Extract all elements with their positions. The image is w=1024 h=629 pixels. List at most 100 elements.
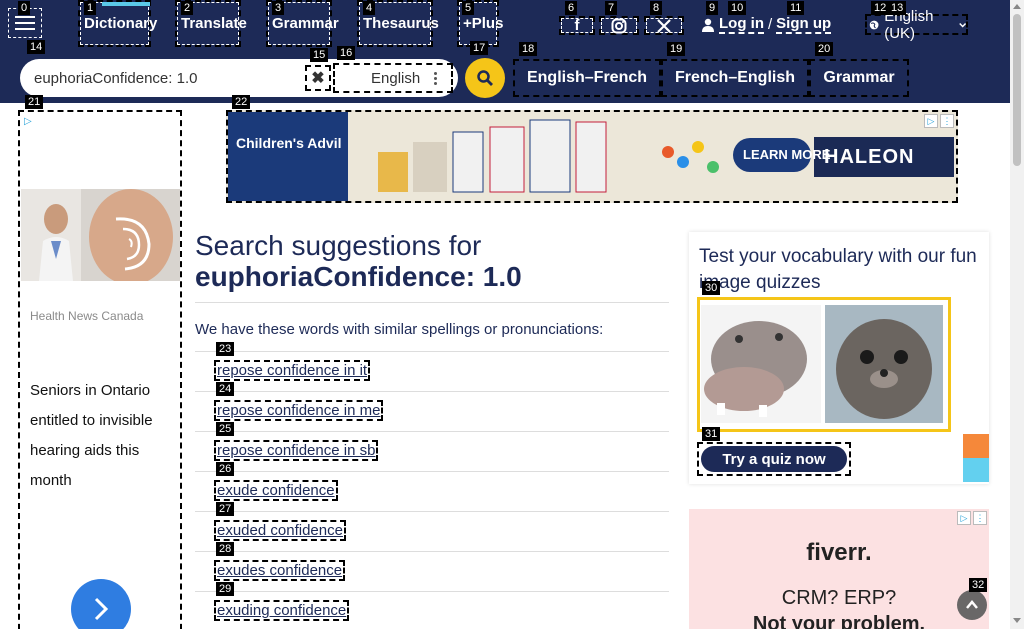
ad-controls: ▷ ⋮ — [924, 114, 954, 128]
user-icon — [702, 18, 714, 32]
quiz-promo: Test your vocabulary with our fun image … — [689, 232, 989, 484]
quick-link-grammar[interactable]: Grammar — [809, 59, 909, 97]
search-button[interactable] — [465, 58, 505, 98]
instagram-link[interactable] — [599, 16, 639, 35]
instagram-icon — [611, 18, 627, 33]
badge: 21 — [25, 95, 44, 109]
fiverr-logo: fiverr. — [806, 539, 872, 566]
list-item: repose confidence in sb 25 — [195, 422, 669, 471]
language-selector[interactable]: English (UK) — [865, 8, 968, 42]
chevron-right-icon — [94, 597, 109, 621]
scrollbar[interactable] — [1010, 0, 1024, 629]
facebook-link[interactable]: f — [559, 16, 595, 35]
divider — [195, 302, 669, 303]
ad-controls: ▷ ⋮ — [957, 511, 987, 525]
badge: 9 — [706, 1, 719, 15]
ad-headline: Seniors in Ontario entitled to invisible… — [30, 382, 153, 489]
adchoices-icon[interactable]: ▷ — [24, 116, 32, 127]
menu-icon — [15, 16, 35, 18]
login-link[interactable]: Log in — [719, 15, 764, 34]
scrollbar-thumb[interactable] — [1013, 14, 1021, 166]
quick-link-english-french[interactable]: English–French — [513, 59, 661, 97]
nav-label: Translate — [181, 15, 247, 32]
x-link[interactable] — [644, 16, 684, 35]
suggestion-link[interactable]: exuding confidence — [214, 600, 350, 621]
nav-label: +Plus — [463, 15, 504, 32]
quick-link-french-english[interactable]: French–English — [661, 59, 809, 97]
adchoices-icon[interactable]: ▷ — [957, 511, 971, 525]
search-bar: ✖ English 14 15 16 17 English–French 18 … — [0, 40, 1010, 103]
badge: 20 — [815, 42, 834, 56]
login-area: Log in / Sign up — [701, 15, 832, 34]
suggestion-link[interactable]: exuded confidence — [214, 520, 346, 541]
badge: 5 — [462, 1, 475, 15]
facebook-icon: f — [574, 17, 580, 34]
badge: 23 — [216, 342, 235, 356]
quiz-side-tab[interactable] — [963, 458, 989, 482]
badge: 16 — [337, 46, 356, 60]
menu-icon-bar — [15, 28, 35, 30]
chevron-up-icon — [966, 600, 978, 609]
adchoices-icon[interactable]: ▷ — [924, 114, 938, 128]
badge: 10 — [728, 1, 747, 15]
back-to-top-button[interactable] — [957, 590, 987, 620]
quiz-images[interactable] — [697, 297, 951, 432]
clear-search-button[interactable]: ✖ — [305, 65, 331, 91]
menu-icon-bar — [15, 22, 35, 24]
quick-link-label: French–English — [674, 69, 796, 86]
close-icon: ✖ — [311, 70, 325, 87]
badge: 22 — [232, 95, 251, 109]
badge: 25 — [216, 422, 235, 436]
badge: 17 — [470, 41, 489, 55]
badge: 29 — [216, 582, 235, 596]
list-item: repose confidence in me 24 — [195, 382, 669, 431]
suggestion-link[interactable]: exudes confidence — [214, 560, 346, 581]
fiverr-ad[interactable]: ▷ ⋮ fiverr. CRM? ERP? Not your problem. — [689, 509, 989, 629]
signup-link[interactable]: Sign up — [776, 15, 832, 34]
suggestion-link[interactable]: repose confidence in sb — [214, 440, 379, 461]
suggestion-link[interactable]: repose confidence in it — [214, 360, 371, 381]
badge: 18 — [519, 42, 538, 56]
suggestions-intro: We have these words with similar spellin… — [195, 321, 604, 338]
left-sidebar-ad[interactable]: ▷ Health News Canada Seniors in Ontario … — [18, 110, 182, 629]
badge: 6 — [565, 1, 578, 15]
globe-icon — [869, 20, 879, 29]
nav-label: Grammar — [272, 15, 339, 32]
scroll-down-icon[interactable] — [1013, 618, 1021, 623]
badge: 1 — [84, 1, 97, 15]
badge: 8 — [650, 1, 663, 15]
search-box: ✖ English — [20, 59, 458, 97]
ad-source: Health News Canada — [30, 309, 144, 323]
list-item: repose confidence in it 23 — [195, 342, 669, 391]
badge: 28 — [216, 542, 235, 556]
ad-menu-icon[interactable]: ⋮ — [940, 114, 954, 128]
top-navigation: 0 Dictionary 1 Translate 2 Grammar 3 The… — [0, 0, 1010, 53]
badge: 4 — [363, 1, 376, 15]
badge: 15 — [310, 48, 329, 62]
chevron-down-icon — [958, 22, 966, 27]
banner-cta[interactable]: LEARN MORE — [743, 147, 830, 162]
ad-menu-icon[interactable]: ⋮ — [973, 511, 987, 525]
search-input[interactable] — [34, 66, 304, 90]
quick-link-label: English–French — [526, 69, 648, 86]
scroll-up-icon[interactable] — [1013, 4, 1021, 9]
banner-ad[interactable]: Children's Advil LEARN MORE HALEON ▷ ⋮ — [226, 110, 958, 203]
suggestion-link[interactable]: exude confidence — [214, 480, 338, 501]
badge: 0 — [18, 1, 31, 15]
badge: 12 — [871, 1, 890, 15]
badge: 24 — [216, 382, 235, 396]
quiz-side-tab[interactable] — [963, 434, 989, 458]
list-item: exude confidence 26 — [195, 462, 669, 511]
ad-next-button[interactable] — [71, 579, 131, 629]
try-quiz-label: Try a quiz now — [701, 446, 847, 472]
dictionary-selector[interactable]: English — [333, 63, 453, 93]
search-icon — [477, 70, 493, 86]
badge: 31 — [702, 427, 721, 441]
try-quiz-button[interactable]: Try a quiz now — [697, 442, 851, 476]
login-separator: / — [768, 16, 773, 33]
badge: 3 — [272, 1, 285, 15]
badge: 30 — [702, 281, 721, 295]
badge: 14 — [27, 40, 46, 54]
suggestion-link[interactable]: repose confidence in me — [214, 400, 384, 421]
nav-label: Dictionary — [84, 15, 158, 32]
